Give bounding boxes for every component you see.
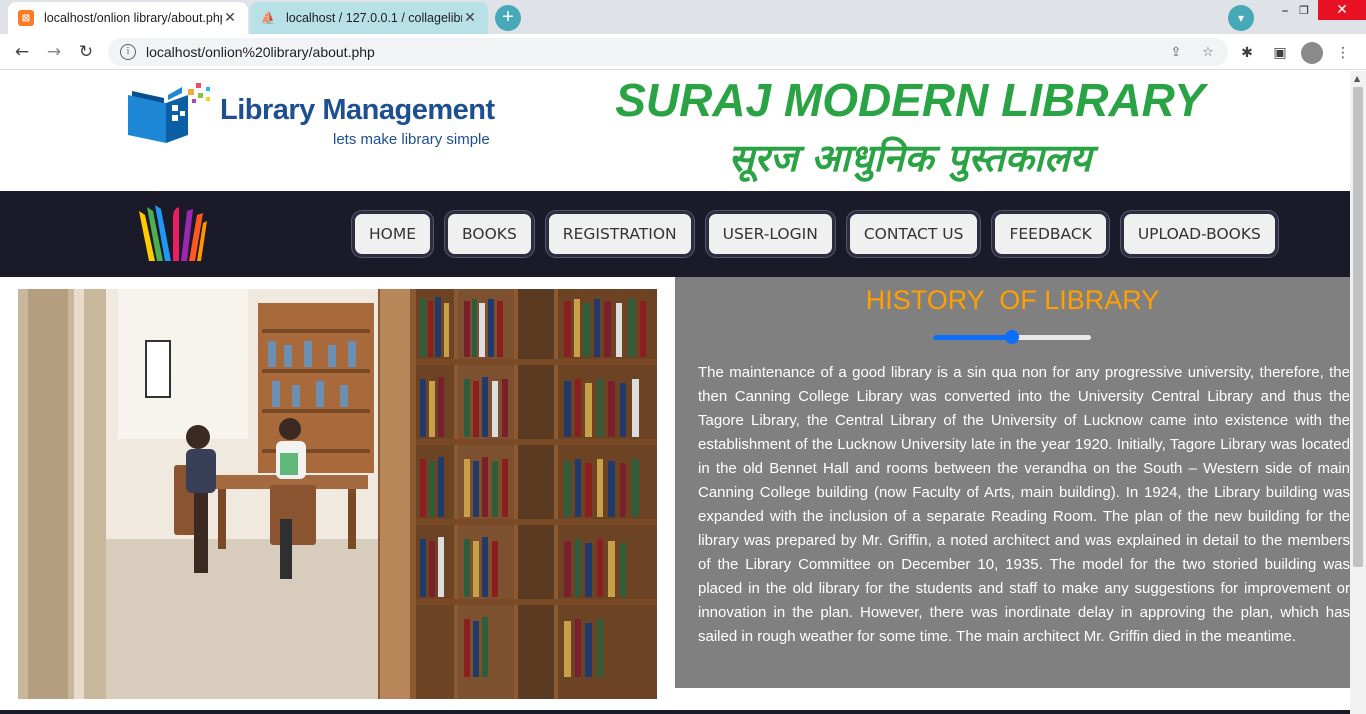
address-bar[interactable]: i localhost/onlion%20library/about.php ⇪… <box>108 38 1228 66</box>
logo-tagline: lets make library simple <box>333 131 490 148</box>
xampp-icon: ⊠ <box>18 10 34 26</box>
slider-thumb[interactable] <box>1005 330 1019 344</box>
window-close-icon[interactable]: ✕ <box>1318 0 1366 20</box>
history-paragraph: The maintenance of a good library is a s… <box>698 364 1350 645</box>
library-management-logo[interactable]: Library Management lets make library sim… <box>126 81 506 153</box>
extensions-puzzle-icon[interactable]: ✱ <box>1236 42 1258 64</box>
nav-home-button[interactable]: HOME <box>352 211 434 257</box>
url-text[interactable]: localhost/onlion%20library/about.php <box>146 44 1164 60</box>
kebab-menu-icon[interactable]: ⋮ <box>1332 42 1354 64</box>
tab-title: localhost/onlion library/about.php <box>44 11 222 25</box>
history-section: HISTORY OF LIBRARY The maintenance of a … <box>675 277 1350 688</box>
history-title: HISTORY OF LIBRARY <box>865 285 1160 315</box>
nav-books-button[interactable]: BOOKS <box>445 211 534 257</box>
site-info-icon[interactable]: i <box>120 44 136 60</box>
footer-divider <box>0 710 1350 714</box>
web-page: Library Management lets make library sim… <box>0 71 1350 714</box>
new-tab-button[interactable]: + <box>495 5 521 31</box>
reload-icon[interactable]: ↻ <box>74 40 98 64</box>
close-icon[interactable]: ✕ <box>222 10 238 26</box>
scrollbar-thumb[interactable] <box>1353 87 1363 567</box>
close-icon[interactable]: ✕ <box>462 10 478 26</box>
library-interior-photo <box>18 289 657 699</box>
tab-search-chevron-icon[interactable]: ▾ <box>1228 5 1254 31</box>
nav-upload-books-button[interactable]: UPLOAD-BOOKS <box>1120 211 1278 257</box>
main-navbar: HOME BOOKS REGISTRATION USER-LOGIN CONTA… <box>0 191 1350 277</box>
colorful-books-logo-icon <box>139 205 207 261</box>
logo-title: Library Management <box>220 94 495 126</box>
phpmyadmin-icon: ⛵ <box>260 11 276 25</box>
browser-tab-about[interactable]: ⊠ localhost/onlion library/about.php ✕ <box>8 2 248 34</box>
profile-avatar[interactable] <box>1301 42 1323 64</box>
nav-feedback-button[interactable]: FEEDBACK <box>992 211 1109 257</box>
tab-title: localhost / 127.0.0.1 / collagelibrary <box>286 11 462 25</box>
history-slider[interactable] <box>933 330 1091 344</box>
nav-registration-button[interactable]: REGISTRATION <box>545 211 694 257</box>
side-panel-icon[interactable]: ▣ <box>1269 42 1291 64</box>
restore-icon[interactable]: ❐ <box>1290 0 1318 24</box>
slider-fill <box>933 335 1012 340</box>
nav-user-login-button[interactable]: USER-LOGIN <box>705 211 835 257</box>
nav-menu: HOME BOOKS REGISTRATION USER-LOGIN CONTA… <box>352 211 1278 257</box>
browser-toolbar: ← → ↻ i localhost/onlion%20library/about… <box>0 34 1366 70</box>
browser-tab-bar: ⊠ localhost/onlion library/about.php ✕ ⛵… <box>0 0 1366 34</box>
bookmark-star-icon[interactable]: ☆ <box>1196 45 1220 60</box>
back-arrow-icon[interactable]: ← <box>10 40 34 64</box>
site-subtitle-hindi: सूरज आधुनिक पुस्तकालय <box>728 136 1092 180</box>
forward-arrow-icon[interactable]: → <box>42 40 66 64</box>
site-title: SURAJ MODERN LIBRARY <box>615 74 1205 126</box>
share-icon[interactable]: ⇪ <box>1164 45 1188 60</box>
nav-contact-us-button[interactable]: CONTACT US <box>846 211 981 257</box>
site-header: Library Management lets make library sim… <box>0 71 1350 191</box>
page-scrollbar[interactable]: ▲ <box>1350 71 1366 714</box>
library-photo-illustration <box>18 289 657 699</box>
browser-tab-phpmyadmin[interactable]: ⛵ localhost / 127.0.0.1 / collagelibrary… <box>250 2 488 34</box>
open-book-logo-icon <box>128 83 210 143</box>
scroll-up-arrow-icon[interactable]: ▲ <box>1354 74 1360 83</box>
